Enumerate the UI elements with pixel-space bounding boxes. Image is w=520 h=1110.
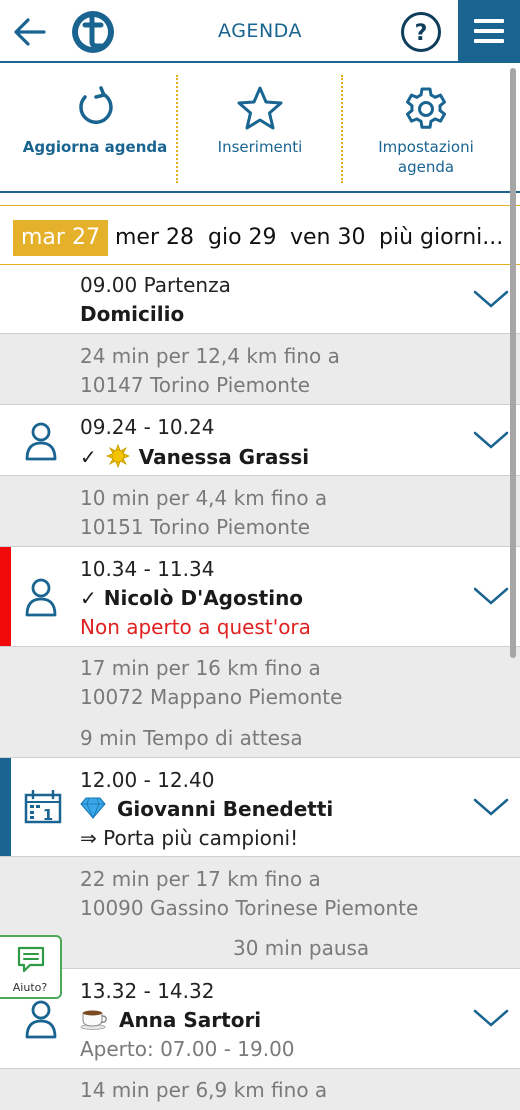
date-tab[interactable]: ven 30: [290, 220, 366, 256]
hamburger-bar: [474, 39, 504, 43]
chevron-down-icon[interactable]: [472, 1007, 510, 1029]
refresh-icon: [79, 86, 113, 124]
coffee-cup-icon: [80, 1010, 107, 1030]
help-icon[interactable]: ?: [400, 11, 442, 53]
star-icon: [237, 86, 283, 130]
appointment-time: 09.24 - 10.24: [80, 415, 215, 439]
chevron-down-icon[interactable]: [472, 429, 510, 451]
appointment-client: Giovanni Benedetti: [80, 797, 333, 821]
date-selector: mar 27 mer 28 gio 29 ven 30 più giorni..…: [0, 205, 520, 265]
chevron-down-icon[interactable]: [472, 288, 510, 310]
travel-destination: 10151 Torino Piemonte: [80, 515, 311, 539]
appointment-client: ✓ Nicolò D'Agostino: [80, 586, 303, 610]
hamburger-icon: [474, 19, 504, 23]
travel-destination: 10072 Mappano Piemonte: [80, 685, 343, 709]
diamond-icon: [80, 797, 106, 820]
appointment-time: 13.32 - 14.32: [80, 979, 215, 1003]
svg-text:?: ?: [415, 21, 428, 46]
travel-distance: 17 min per 16 km fino a: [80, 656, 321, 680]
app-header: AGENDA ?: [0, 0, 520, 63]
refresh-agenda-label: Aggiorna agenda: [22, 138, 168, 156]
travel-distance: 22 min per 17 km fino a: [80, 867, 321, 891]
menu-button[interactable]: [458, 0, 520, 63]
chevron-down-icon[interactable]: [472, 796, 510, 818]
closed-warning-stripe: [0, 547, 11, 646]
scrollbar[interactable]: [510, 68, 516, 658]
appointment-time: 12.00 - 12.40: [80, 768, 215, 792]
appointment-client: Anna Sartori: [80, 1008, 261, 1032]
appointment-row[interactable]: 13.32 - 14.32 Anna Sartori Aperto: 07.00…: [0, 969, 520, 1069]
person-icon: [25, 578, 57, 617]
chat-bubble-icon: [17, 946, 45, 973]
person-icon: [25, 1000, 57, 1039]
client-name: Giovanni Benedetti: [116, 797, 334, 821]
calendar-stripe: [0, 758, 11, 856]
help-label: Aiuto?: [12, 981, 48, 994]
client-name: Vanessa Grassi: [138, 445, 310, 469]
person-icon: [25, 422, 57, 461]
settings-label-line1: Impostazioni: [378, 138, 474, 156]
date-tab[interactable]: gio 29: [208, 220, 277, 256]
gear-icon: [406, 87, 446, 129]
pause-time: 30 min pausa: [233, 936, 370, 960]
agenda-start-row[interactable]: 09.00 Partenza Domicilio: [0, 265, 520, 334]
travel-destination: 10090 Gassino Torinese Piemonte: [80, 896, 419, 920]
travel-row: 14 min per 6,9 km fino a: [0, 1069, 520, 1110]
date-tab[interactable]: mer 28: [115, 220, 194, 256]
travel-destination: 10147 Torino Piemonte: [80, 373, 311, 397]
page-title: AGENDA: [218, 20, 302, 42]
client-name: Nicolò D'Agostino: [103, 586, 304, 610]
travel-distance: 24 min per 12,4 km fino a: [80, 344, 340, 368]
start-place: Domicilio: [80, 302, 185, 326]
refresh-agenda-button[interactable]: Aggiorna agenda: [15, 63, 175, 191]
settings-label-line2: agenda: [397, 158, 455, 176]
appointment-row[interactable]: 09.24 - 10.24 ✓ Vanessa Grassi: [0, 405, 520, 476]
appointment-row[interactable]: 10.34 - 11.34 ✓ Nicolò D'Agostino Non ap…: [0, 547, 520, 647]
travel-row: 24 min per 12,4 km fino a 10147 Torino P…: [0, 334, 520, 405]
client-name: Anna Sartori: [118, 1008, 262, 1032]
waiting-time: 9 min Tempo di attesa: [80, 726, 303, 750]
travel-row: 22 min per 17 km fino a 10090 Gassino To…: [0, 857, 520, 969]
hamburger-bar: [474, 29, 504, 33]
travel-row: 10 min per 4,4 km fino a 10151 Torino Pi…: [0, 476, 520, 547]
chevron-down-icon[interactable]: [472, 585, 510, 607]
insert-label: Inserimenti: [217, 138, 303, 156]
more-days-tab[interactable]: più giorni...: [379, 220, 503, 256]
agenda-settings-button[interactable]: Impostazioni agenda: [346, 63, 506, 191]
toolbar-divider: [341, 75, 343, 183]
date-tab-selected[interactable]: mar 27: [13, 220, 108, 256]
checkmark: ✓: [80, 586, 97, 610]
agenda-toolbar: Aggiorna agenda Inserimenti Impostazioni…: [0, 63, 520, 193]
calendar-icon: 1: [24, 790, 62, 824]
appointment-note: ⇒ Porta più campioni!: [80, 826, 299, 850]
opening-warning: Non aperto a quest'ora: [80, 615, 311, 639]
travel-distance: 10 min per 4,4 km fino a: [80, 486, 328, 510]
help-chat-button[interactable]: Aiuto?: [0, 935, 62, 999]
start-time: 09.00 Partenza: [80, 273, 231, 297]
appointment-client: ✓ Vanessa Grassi: [80, 443, 310, 469]
appointment-row[interactable]: 1 12.00 - 12.40 Giovanni Benedetti ⇒ Por…: [0, 758, 520, 857]
insert-button[interactable]: Inserimenti: [180, 63, 340, 191]
travel-row: 17 min per 16 km fino a 10072 Mappano Pi…: [0, 647, 520, 758]
checkmark: ✓: [80, 445, 97, 469]
sun-icon: [105, 443, 130, 469]
travel-distance: 14 min per 6,9 km fino a: [80, 1078, 328, 1102]
toolbar-divider: [176, 75, 178, 183]
opening-hours: Aperto: 07.00 - 19.00: [80, 1037, 295, 1061]
svg-text:1: 1: [43, 806, 53, 824]
appointment-time: 10.34 - 11.34: [80, 557, 215, 581]
